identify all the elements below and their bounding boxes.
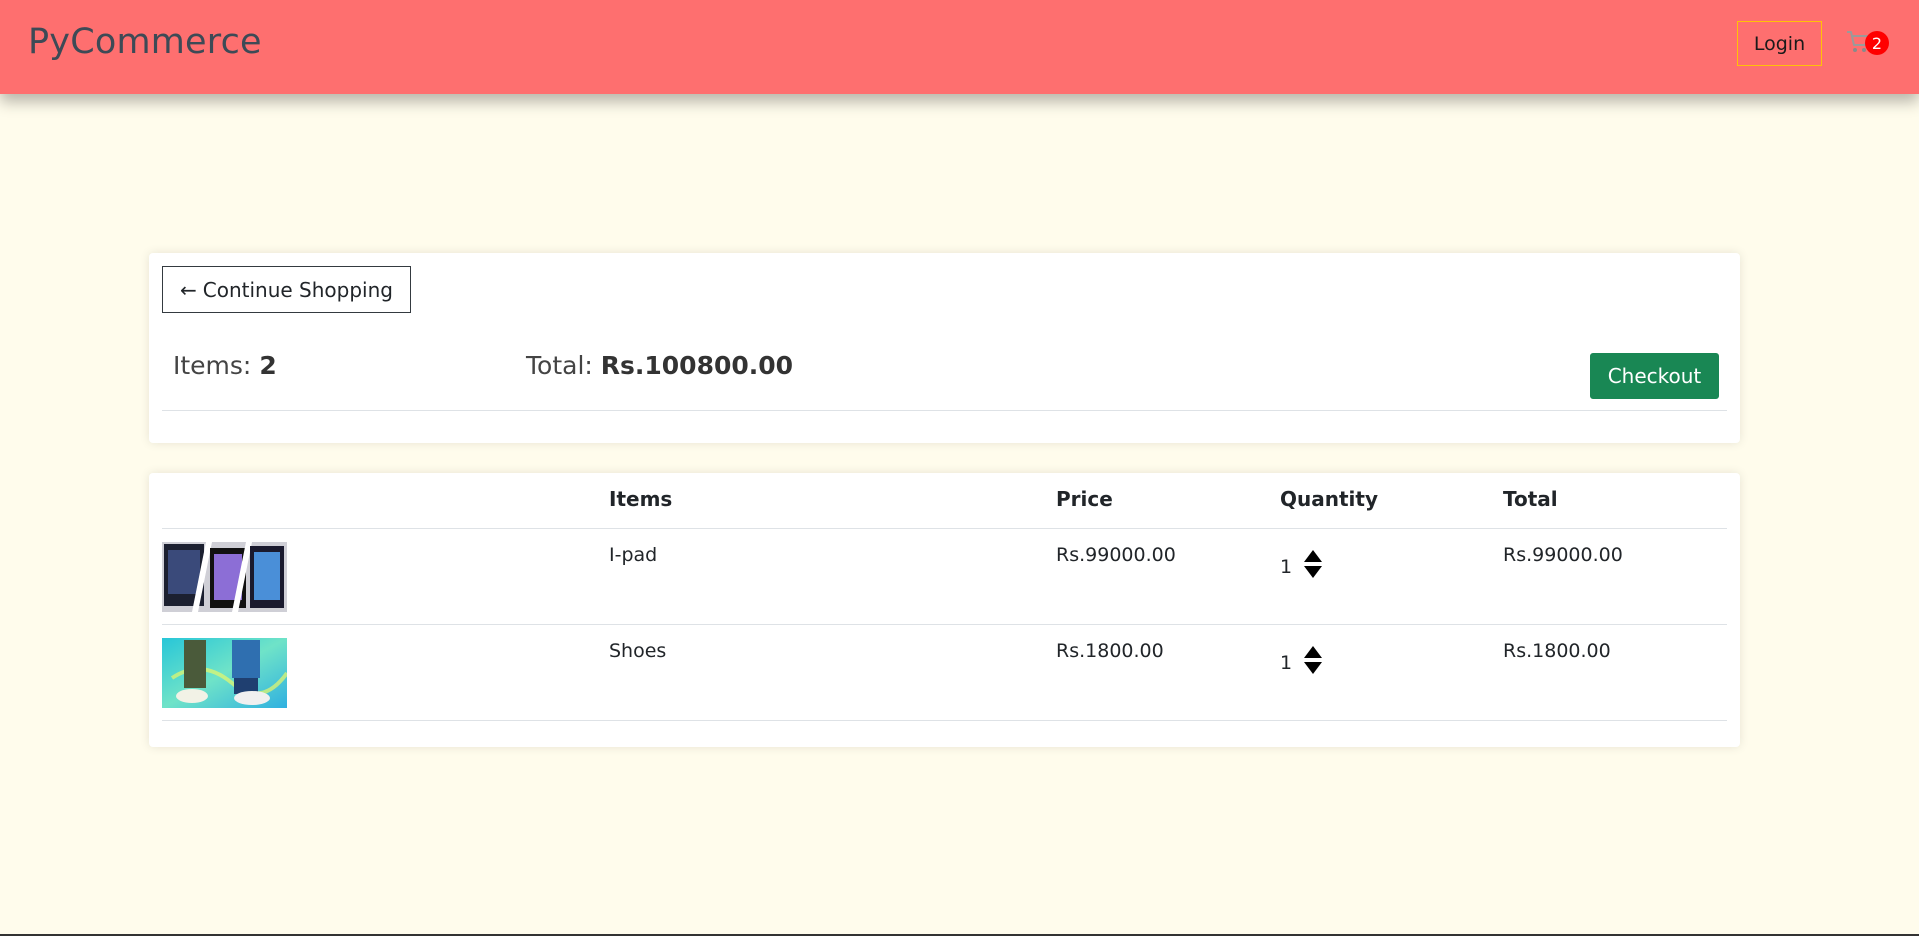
ipad-product-image[interactable] xyxy=(162,541,287,612)
cart-items-card: Items Price Quantity Total I-pad Rs.9900… xyxy=(149,473,1740,747)
table-header-row: Items Price Quantity Total xyxy=(162,473,1727,529)
checkout-button[interactable]: Checkout xyxy=(1590,353,1719,399)
product-name: Shoes xyxy=(609,624,1056,721)
product-name: I-pad xyxy=(609,528,1056,625)
arrow-left-icon: ← xyxy=(180,277,197,302)
column-header-image xyxy=(162,473,609,529)
cart-count-badge: 2 xyxy=(1865,31,1889,55)
cart-summary-card: ← Continue Shopping Items: 2 Total: Rs.1… xyxy=(149,253,1740,443)
quantity-cell: 1 xyxy=(1280,528,1503,625)
row-total: Rs.99000.00 xyxy=(1503,528,1727,625)
continue-shopping-label: Continue Shopping xyxy=(202,277,393,302)
decrease-quantity-icon[interactable] xyxy=(1304,565,1323,578)
shoes-product-image[interactable] xyxy=(162,637,287,708)
product-price: Rs.99000.00 xyxy=(1056,528,1280,625)
total-label: Total: xyxy=(526,351,593,380)
column-header-total: Total xyxy=(1503,473,1727,529)
row-total: Rs.1800.00 xyxy=(1503,624,1727,721)
decrease-quantity-icon[interactable] xyxy=(1304,661,1323,674)
table-row: I-pad Rs.99000.00 1 Rs.99000.00 xyxy=(162,528,1727,625)
continue-shopping-button[interactable]: ← Continue Shopping xyxy=(162,266,411,313)
cart-table: Items Price Quantity Total I-pad Rs.9900… xyxy=(162,473,1727,721)
items-label: Items: xyxy=(173,351,252,380)
total-summary: Total: Rs.100800.00 xyxy=(526,351,793,380)
column-header-quantity: Quantity xyxy=(1280,473,1503,529)
cart-link[interactable]: 2 xyxy=(1844,26,1894,62)
column-header-items: Items xyxy=(609,473,1056,529)
increase-quantity-icon[interactable] xyxy=(1304,645,1323,658)
product-price: Rs.1800.00 xyxy=(1056,624,1280,721)
table-row: Shoes Rs.1800.00 1 Rs.1800.00 xyxy=(162,624,1727,721)
brand-logo[interactable]: PyCommerce xyxy=(28,22,262,62)
login-button[interactable]: Login xyxy=(1737,21,1822,66)
items-summary: Items: 2 xyxy=(173,351,277,380)
product-image-cell xyxy=(162,624,609,721)
quantity-value: 1 xyxy=(1280,555,1293,578)
divider xyxy=(162,410,1727,411)
column-header-price: Price xyxy=(1056,473,1280,529)
items-count: 2 xyxy=(259,351,277,380)
navbar: PyCommerce Login 2 xyxy=(0,0,1919,94)
total-value: Rs.100800.00 xyxy=(600,351,794,380)
quantity-cell: 1 xyxy=(1280,624,1503,721)
increase-quantity-icon[interactable] xyxy=(1304,549,1323,562)
quantity-value: 1 xyxy=(1280,651,1293,674)
product-image-cell xyxy=(162,528,609,625)
